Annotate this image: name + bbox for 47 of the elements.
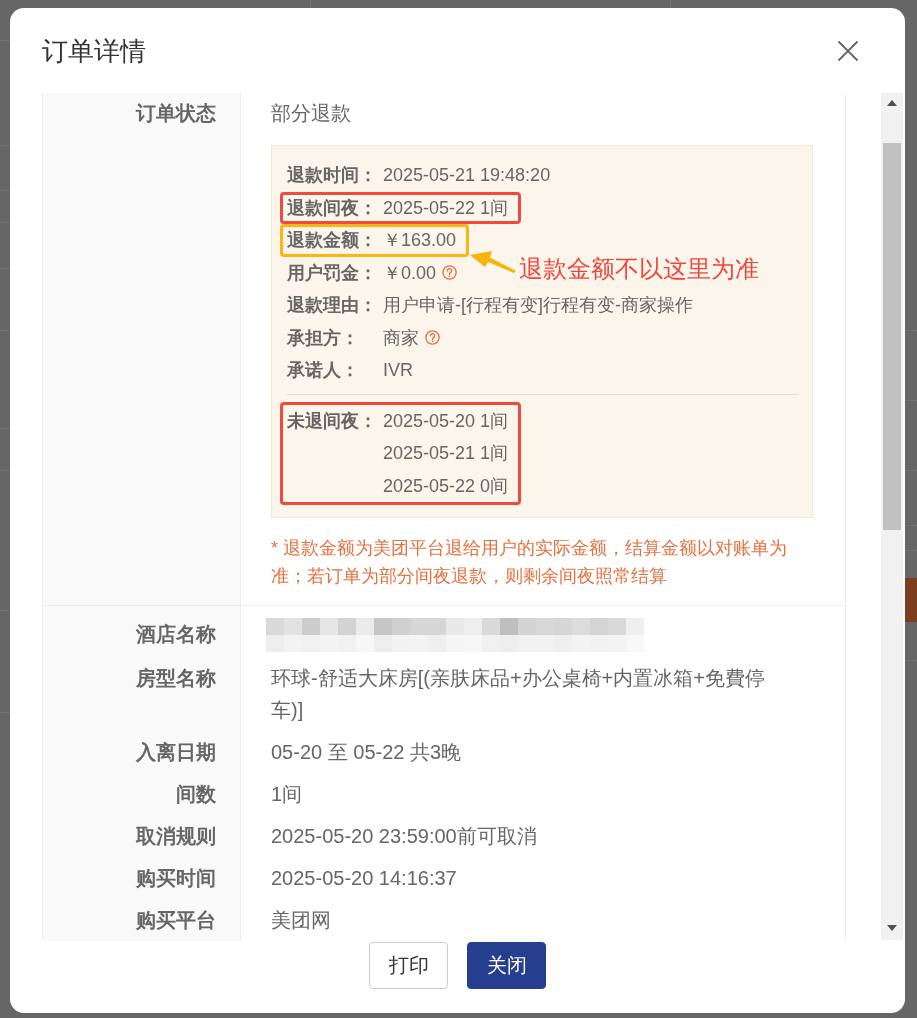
label-cell: 购买时间	[43, 857, 241, 899]
refund-field-label: 用户罚金：	[287, 261, 378, 285]
label-cell: 取消规则	[43, 815, 241, 857]
field-value: 环球-舒适大床房[(亲肤床品+办公桌椅+内置冰箱+免費停车)]	[270, 666, 766, 723]
field-value: 1间	[270, 782, 304, 807]
refund-field-value: 2025-05-22 1间	[383, 196, 509, 220]
scrollbar-track[interactable]	[881, 93, 903, 940]
refund-field-value: 2025-05-22 0间	[383, 474, 509, 498]
label-cell: 订单状态	[43, 93, 241, 605]
close-icon[interactable]	[838, 40, 858, 61]
question-circle-icon[interactable]	[442, 265, 458, 281]
label-cell: 酒店名称	[43, 606, 241, 657]
label-cell: 间数	[43, 773, 241, 815]
label-cell: 购买平台	[43, 899, 241, 941]
refund-field-value: IVR	[383, 359, 413, 382]
refund-field-value: 商家	[383, 326, 419, 350]
refund-field-value: 2025-05-21 1间	[383, 442, 509, 465]
status-value: 部分退款	[271, 101, 352, 126]
refund-field-value: ￥0.00	[383, 261, 437, 285]
field-value: 05-20 至 05-22 共3晚	[270, 740, 463, 765]
label-cell: 入离日期	[43, 731, 241, 773]
refund-field-value: 2025-05-20 1间	[383, 409, 509, 433]
refund-field-label: 退款理由：	[287, 294, 378, 317]
refund-field-label: 退款金额：	[287, 229, 378, 252]
refund-field-label: 承担方：	[287, 326, 360, 350]
annotation-arrow	[469, 250, 517, 274]
scrollbar-thumb[interactable]	[883, 143, 901, 530]
question-circle-icon[interactable]	[425, 330, 440, 346]
refund-field-label: 退款间夜：	[287, 196, 378, 220]
refund-note: * 退款金额为美团平台退给用户的实际金额，结算金额以对账单为准；若订单为部分间夜退款，则剩余间夜照常结算	[271, 537, 788, 588]
scroll-down-icon[interactable]	[887, 925, 897, 931]
field-value: 2025-05-20 14:16:37	[270, 866, 458, 891]
field-value: 2025-05-20 23:59:00前可取消	[270, 824, 538, 849]
field-value: 美团网	[270, 908, 332, 933]
backdrop-button-fragment	[905, 578, 917, 622]
scroll-up-icon[interactable]	[887, 100, 897, 106]
label-cell: 房型名称	[43, 657, 241, 731]
annotation-text: 退款金额不以这里为准	[519, 254, 759, 284]
refund-field-value: 2025-05-21 19:48:20	[383, 164, 551, 187]
refund-field-label: 未退间夜：	[287, 409, 378, 433]
refund-field-label: 承诺人：	[287, 359, 360, 382]
dialog-button[interactable]: 关闭	[467, 942, 546, 989]
refund-field-value: 用户申请-[行程有变]行程有变-商家操作	[383, 294, 693, 317]
refund-field-value: ￥163.00	[383, 229, 457, 252]
dialog-button[interactable]: 打印	[369, 942, 448, 989]
refund-field-label: 退款时间：	[287, 164, 378, 187]
dialog-title: 订单详情	[42, 34, 146, 68]
